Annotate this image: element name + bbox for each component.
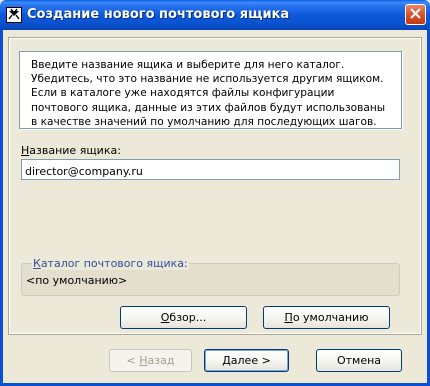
- browse-button[interactable]: Обзор...: [120, 306, 247, 329]
- mailbox-name-label-rest: азвание ящика:: [29, 144, 121, 157]
- info-panel: Введите название ящика и выберите для не…: [19, 51, 402, 129]
- info-text: Введите название ящика и выберите для не…: [31, 59, 386, 128]
- cancel-button[interactable]: Отмена: [316, 349, 402, 372]
- window-frame-left: [0, 30, 3, 386]
- close-icon: [410, 8, 421, 19]
- back-button[interactable]: < Назад: [109, 349, 192, 372]
- window-title: Создание нового почтового ящика: [27, 7, 290, 22]
- next-button[interactable]: Далее >: [204, 349, 289, 372]
- close-button[interactable]: [405, 4, 426, 25]
- mailbox-name-label: Название ящика:: [21, 144, 121, 157]
- catalog-label: Каталог почтового ящика:: [32, 257, 189, 270]
- app-icon: [6, 7, 22, 23]
- title-bar[interactable]: Создание нового почтового ящика: [0, 0, 430, 30]
- mailbox-name-input[interactable]: [21, 159, 400, 180]
- default-button[interactable]: По умолчанию: [263, 306, 390, 329]
- catalog-value: <по умолчанию>: [26, 274, 128, 287]
